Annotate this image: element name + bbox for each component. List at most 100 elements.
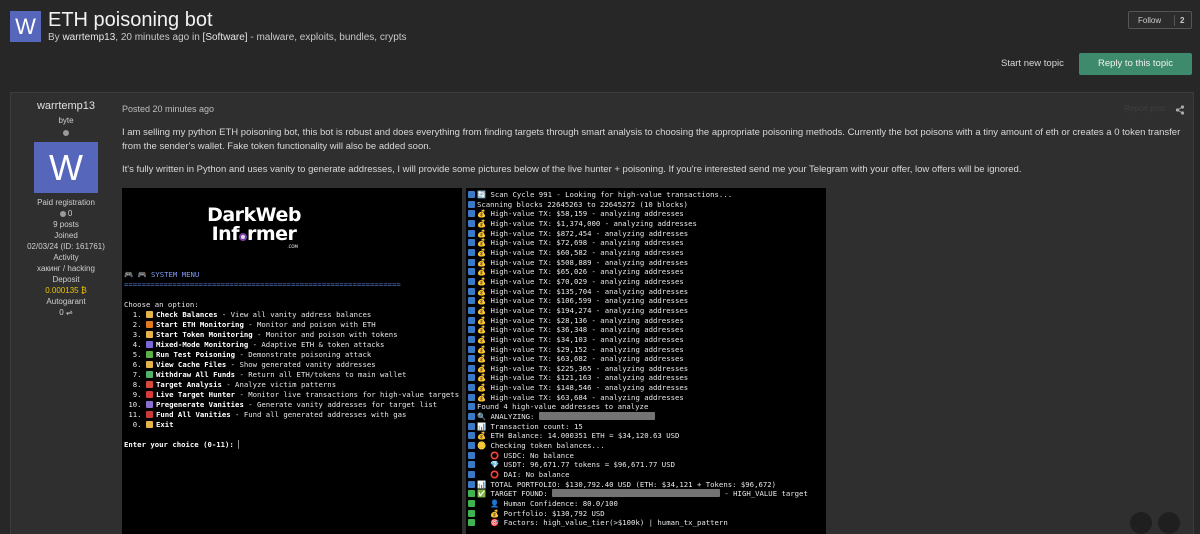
terminal-line: 💰 High-value TX: $148,546 - analyzing ad…: [468, 383, 808, 393]
menu-item-icon: [145, 311, 153, 318]
report-post-link[interactable]: Report post: [1124, 104, 1165, 113]
menu-item: 2. Start ETH Monitoring - Monitor and po…: [124, 320, 459, 330]
terminal-line: 💰 High-value TX: $872,454 - analyzing ad…: [468, 229, 808, 239]
terminal-line-text: 💰 High-value TX: $72,698 - analyzing add…: [477, 238, 684, 248]
terminal-line: Scanning blocks 22645263 to 22645272 (10…: [468, 200, 808, 210]
info-icon: [468, 306, 475, 314]
terminal-line: 🪙 Checking token balances...: [468, 441, 808, 451]
author-reputation: 0: [10, 208, 122, 219]
info-icon: [468, 403, 475, 411]
terminal-line-text: 🪙 Checking token balances...: [477, 441, 605, 451]
author-username[interactable]: warrtemp13: [10, 100, 122, 113]
check-icon: [468, 519, 475, 527]
menu-item-desc: - Monitor and poison with tokens: [252, 330, 398, 339]
menu-header: 🎮 🎮 SYSTEM MENU: [124, 270, 200, 279]
terminal-line-text: 🔄 Scan Cycle 991 - Looking for high-valu…: [477, 190, 733, 199]
menu-item-desc: - Demonstrate poisoning attack: [235, 350, 372, 359]
menu-item-name: Target Analysis: [155, 380, 222, 389]
logo-line-2a: Inf: [211, 223, 240, 245]
scroll-down-button[interactable]: [1158, 512, 1180, 534]
author-activity-label: Activity: [53, 253, 79, 262]
menu-item: 9. Live Target Hunter - Monitor live tra…: [124, 390, 459, 400]
terminal-line: 💰 High-value TX: $65,026 - analyzing add…: [468, 267, 808, 277]
menu-item-number: 2.: [124, 320, 146, 329]
info-icon: [468, 393, 475, 401]
terminal-line: Found 4 high-value addresses to analyze: [468, 402, 808, 412]
terminal-line: 🎯 Factors: high_value_tier(>$100k) | hum…: [468, 518, 808, 528]
menu-item-name: Start Token Monitoring: [155, 330, 253, 339]
terminal-line-text: 💰 High-value TX: $194,274 - analyzing ad…: [477, 305, 689, 315]
menu-item-name: Pregenerate Vanities: [155, 400, 244, 409]
byline-author-link[interactable]: warrtemp13: [62, 32, 115, 43]
info-icon: [468, 287, 475, 295]
menu-item: 10. Pregenerate Vanities - Generate vani…: [124, 400, 459, 410]
terminal-line-text: 💰 High-value TX: $225,365 - analyzing ad…: [477, 363, 689, 373]
terminal-line: 💰 High-value TX: $63,684 - analyzing add…: [468, 393, 808, 403]
info-icon: [468, 451, 475, 459]
menu-item: 0. Exit: [124, 420, 459, 430]
follow-button[interactable]: Follow 2: [1128, 11, 1192, 29]
scroll-up-button[interactable]: [1130, 512, 1152, 534]
terminal-line-text: ✅ TARGET FOUND:: [477, 489, 552, 499]
status-dot-icon: [63, 130, 69, 136]
terminal-line: 💰 High-value TX: $72,698 - analyzing add…: [468, 238, 808, 248]
menu-screenshot[interactable]: DarkWeb Inf rmer .COM 🎮 🎮 SYSTEM MENU ====…: [122, 188, 462, 534]
menu-item-icon: [145, 371, 153, 378]
info-icon: [468, 219, 475, 227]
watermark-logo: DarkWeb Inf rmer .COM: [204, 206, 304, 250]
terminal-line-text: 💰 High-value TX: $70,029 - analyzing add…: [477, 276, 684, 286]
menu-item-number: 0.: [124, 420, 146, 429]
author-deposit-label: Deposit: [52, 275, 80, 284]
menu-item-number: 7.: [124, 370, 146, 379]
terminal-line: 💰 High-value TX: $225,365 - analyzing ad…: [468, 364, 808, 374]
menu-item-number: 10.: [124, 400, 146, 409]
info-icon: [468, 471, 475, 479]
terminal-line-text: 📊 TOTAL PORTFOLIO: $130,792.40 USD (ETH:…: [477, 479, 777, 489]
menu-item: 4. Mixed-Mode Monitoring - Adaptive ETH …: [124, 340, 459, 350]
byline-by: By: [48, 32, 60, 43]
info-icon: [468, 258, 475, 266]
menu-spacer: [124, 430, 459, 440]
menu-item: 5. Run Test Poisoning - Demonstrate pois…: [124, 350, 459, 360]
menu-item-number: 6.: [124, 360, 146, 369]
post-timestamp[interactable]: Posted 20 minutes ago: [122, 104, 214, 114]
info-icon: [468, 442, 475, 450]
terminal-line-suffix: - HIGH_VALUE target: [719, 489, 808, 499]
info-icon: [468, 297, 475, 305]
info-icon: [468, 191, 475, 198]
menu-item-icon: [145, 341, 153, 348]
topic-avatar[interactable]: W: [10, 11, 41, 42]
author-group: Paid registration: [37, 198, 95, 207]
menu-item-icon: [145, 331, 153, 338]
terminal-line-text: 💰 ETH Balance: 14.000351 ETH = $34,120.6…: [477, 431, 680, 441]
info-icon: [468, 326, 475, 334]
author-panel: warrtemp13 byte W Paid registration 0 9 …: [10, 100, 122, 318]
terminal-screenshot[interactable]: 🔄 Scan Cycle 991 - Looking for high-valu…: [466, 188, 826, 534]
info-icon: [468, 268, 475, 276]
menu-item: 3. Start Token Monitoring - Monitor and …: [124, 330, 459, 340]
menu-item-desc: - Show generated vanity addresses: [226, 360, 376, 369]
info-icon: [468, 345, 475, 353]
terminal-line: 💰 High-value TX: $28,136 - analyzing add…: [468, 316, 808, 326]
author-avatar[interactable]: W: [34, 142, 98, 193]
menu-item-icon: [145, 391, 153, 398]
terminal-line-text: Found 4 high-value addresses to analyze: [477, 402, 649, 412]
menu-item-icon: [145, 351, 153, 358]
terminal-line-text: Scanning blocks 22645263 to 22645272 (10…: [477, 199, 688, 209]
share-icon[interactable]: [1175, 105, 1185, 115]
author-joined-label: Joined: [54, 231, 78, 240]
post-paragraph-1: I am selling my python ETH poisoning bot…: [122, 127, 1181, 152]
redacted-address: [551, 489, 720, 498]
terminal-line: 🔍 ANALYZING:: [468, 412, 808, 422]
terminal-line-text: 💰 High-value TX: $60,582 - analyzing add…: [477, 247, 684, 257]
reply-button[interactable]: Reply to this topic: [1079, 53, 1192, 75]
terminal-line: 💰 High-value TX: $36,348 - analyzing add…: [468, 325, 808, 335]
page-title: ETH poisoning bot: [48, 9, 213, 31]
terminal-line-text: 🔍 ANALYZING:: [477, 412, 539, 422]
menu-item-desc: - Analyze victim patterns: [221, 380, 337, 389]
menu-item-name: View Cache Files: [155, 360, 227, 369]
start-new-topic-link[interactable]: Start new topic: [1001, 58, 1064, 69]
logo-line-2b: rmer: [246, 223, 297, 245]
terminal-line: 💰 High-value TX: $70,029 - analyzing add…: [468, 277, 808, 287]
byline-forum-link[interactable]: [Software]: [203, 32, 248, 43]
